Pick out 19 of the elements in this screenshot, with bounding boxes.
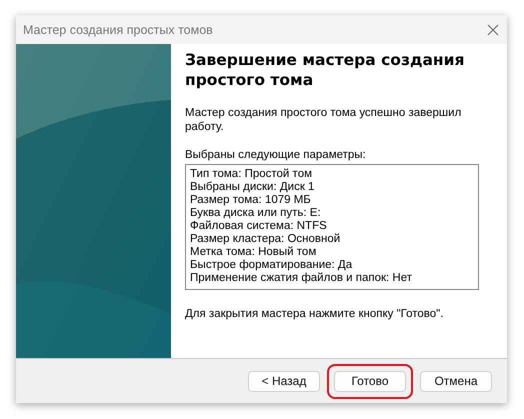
wizard-heading: Завершение мастера создания простого тома <box>185 50 466 90</box>
message-text: Мастер создания простого тома успешно завершил работу. <box>185 106 462 134</box>
param-line: Выбраны диски: Диск 1 <box>190 181 316 194</box>
wizard-button[interactable]: Отмена <box>420 370 492 392</box>
param-line: Буква диска или путь: E: <box>190 207 322 220</box>
close-icon[interactable] <box>487 24 499 36</box>
footer-note: Для закрытия мастера нажмите кнопку "Готово". <box>185 308 444 320</box>
params-label: Выбраны следующие параметры: <box>185 148 367 162</box>
wizard-button[interactable]: Готово <box>334 370 406 392</box>
param-line: Тип тома: Простой том <box>190 168 313 181</box>
param-line: Файловая система: NTFS <box>190 220 328 233</box>
param-line: Применение сжатия файлов и папок: Нет <box>190 272 414 285</box>
param-line: Метка тома: Новый том <box>190 246 318 259</box>
window-title: Мастер создания простых томов <box>23 22 213 36</box>
param-line: Размер кластера: Основной <box>190 233 342 246</box>
params-listbox[interactable] <box>185 164 479 290</box>
wizard-button[interactable]: < Назад <box>248 370 320 392</box>
param-line: Размер тома: 1079 МБ <box>190 194 312 207</box>
param-line: Быстрое форматирование: Да <box>190 259 354 272</box>
